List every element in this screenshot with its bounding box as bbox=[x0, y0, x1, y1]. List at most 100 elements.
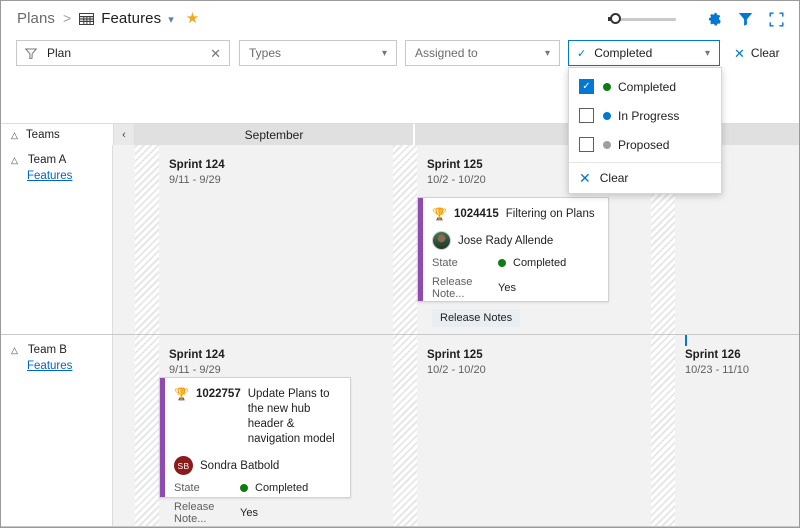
dropdown-clear-label: Clear bbox=[599, 171, 629, 185]
team-name-label: Team A bbox=[27, 154, 67, 166]
breadcrumb-root-link[interactable]: Plans bbox=[17, 10, 55, 27]
month-label: September bbox=[244, 128, 304, 142]
dropdown-option-label: Proposed bbox=[618, 137, 670, 152]
status-dot bbox=[603, 140, 611, 149]
dropdown-option-proposed[interactable]: Proposed bbox=[569, 130, 721, 159]
card-body: 🏆 1022757 Update Plans to the new hub he… bbox=[165, 378, 350, 525]
sprint-dates: 9/11 - 9/29 bbox=[169, 174, 221, 186]
trophy-icon: 🏆 bbox=[174, 387, 189, 401]
sprint-name: Sprint 126 bbox=[685, 349, 741, 361]
state-value: Completed bbox=[594, 46, 653, 60]
assigned-to-dropdown[interactable]: Assigned to ▾ bbox=[405, 40, 560, 66]
lane-gutter bbox=[113, 335, 135, 526]
clear-filters-button[interactable]: ✕ Clear bbox=[734, 40, 780, 66]
gear-icon[interactable] bbox=[703, 9, 725, 29]
team-lane-b: Sprint 124 9/11 - 9/29 Sprint 125 10/2 -… bbox=[113, 335, 799, 526]
checkbox-checked-icon[interactable]: ✓ bbox=[579, 79, 594, 94]
slider-track bbox=[614, 18, 676, 21]
types-dropdown[interactable]: Types ▾ bbox=[239, 40, 397, 66]
sprint-column: Sprint 125 10/2 - 10/20 bbox=[417, 335, 651, 526]
card-field: State Completed bbox=[432, 257, 598, 269]
card-title-row: 🏆 1022757 Update Plans to the new hub he… bbox=[174, 387, 340, 447]
slider-knob[interactable] bbox=[610, 13, 621, 24]
work-item-card[interactable]: 🏆 1022757 Update Plans to the new hub he… bbox=[159, 377, 351, 525]
sprint-dates: 10/23 - 11/10 bbox=[685, 364, 750, 376]
lane-gutter bbox=[113, 145, 135, 334]
month-header-september: September bbox=[135, 124, 415, 146]
breadcrumb-current[interactable]: Features bbox=[101, 10, 161, 27]
checkbox-icon[interactable] bbox=[579, 108, 594, 123]
card-title: Filtering on Plans bbox=[505, 208, 595, 220]
close-icon[interactable]: ✕ bbox=[210, 47, 221, 60]
sprint-dates: 10/2 - 10/20 bbox=[427, 364, 486, 376]
state-dropdown[interactable]: ✓ Completed ▾ bbox=[568, 40, 720, 66]
assignee: SB Sondra Batbold bbox=[174, 456, 340, 475]
search-input[interactable]: Plan ✕ bbox=[16, 40, 230, 66]
sprint-column: Sprint 126 10/23 - 11/10 bbox=[675, 335, 799, 526]
card-tags: Release Notes bbox=[432, 309, 598, 327]
grid-icon bbox=[79, 13, 95, 25]
status-dot bbox=[603, 111, 611, 120]
team-name-label: Team B bbox=[27, 344, 67, 356]
status-dot bbox=[498, 259, 506, 267]
chevron-down-icon: ▾ bbox=[544, 47, 550, 59]
card-field: Release Note... Yes bbox=[174, 501, 340, 525]
field-value: Completed bbox=[498, 257, 566, 269]
assignee-name: Jose Rady Allende bbox=[458, 234, 554, 247]
filter-bar: Plan ✕ Types ▾ Assigned to ▾ ✓ Completed… bbox=[1, 35, 799, 71]
funnel-icon bbox=[25, 48, 37, 59]
dropdown-option-label: Completed bbox=[618, 79, 677, 94]
field-value-text: Yes bbox=[498, 282, 516, 294]
today-marker bbox=[685, 335, 687, 346]
collapse-panel-button[interactable]: ‹ bbox=[113, 124, 135, 146]
trophy-icon: 🏆 bbox=[432, 207, 447, 221]
timeline-grid: △ Team A Features Sprint 124 9/11 - 9/29… bbox=[1, 145, 799, 527]
assignee-name: Sondra Batbold bbox=[200, 459, 280, 472]
chevron-up-icon[interactable]: △ bbox=[11, 155, 18, 165]
search-value: Plan bbox=[47, 46, 72, 60]
check-icon: ✓ bbox=[577, 47, 587, 60]
hatch-band bbox=[393, 145, 417, 334]
close-icon: ✕ bbox=[579, 170, 591, 186]
field-value-text: Completed bbox=[255, 482, 309, 494]
status-dot bbox=[240, 484, 248, 492]
teams-header[interactable]: △ Teams bbox=[1, 124, 113, 146]
team-label-a: △ Team A Features bbox=[1, 145, 113, 334]
team-backlog-link[interactable]: Features bbox=[11, 170, 112, 182]
dropdown-option-in-progress[interactable]: In Progress bbox=[569, 101, 721, 130]
chevron-down-icon[interactable]: ▾ bbox=[168, 13, 174, 26]
filter-icon[interactable] bbox=[734, 9, 756, 29]
hatch-band bbox=[651, 335, 675, 526]
dropdown-option-completed[interactable]: ✓ Completed bbox=[569, 72, 721, 101]
fullscreen-icon[interactable] bbox=[765, 9, 787, 29]
zoom-slider[interactable] bbox=[608, 12, 676, 26]
chevron-down-icon: ▾ bbox=[704, 47, 710, 59]
field-label: State bbox=[174, 482, 200, 494]
field-value: Completed bbox=[240, 482, 308, 494]
sprint-name: Sprint 124 bbox=[169, 159, 225, 171]
work-item-card[interactable]: 🏆 1024415 Filtering on Plans Jose Rady A… bbox=[417, 197, 609, 327]
tag[interactable]: Release Notes bbox=[432, 309, 521, 327]
team-backlog-link[interactable]: Features bbox=[11, 360, 112, 372]
sprint-name: Sprint 125 bbox=[427, 349, 483, 361]
sprint-column: Sprint 124 9/11 - 9/29 bbox=[159, 145, 393, 334]
card-field: Release Note... Yes bbox=[432, 276, 598, 300]
card-field: State Completed bbox=[174, 482, 340, 494]
field-label: Release Note... bbox=[432, 276, 473, 300]
avatar bbox=[432, 231, 451, 250]
field-label: Release Note... bbox=[174, 501, 215, 525]
sprint-dates: 9/11 - 9/29 bbox=[169, 364, 221, 376]
chevron-up-icon[interactable]: △ bbox=[11, 345, 18, 355]
team-name[interactable]: △ Team A bbox=[11, 154, 112, 166]
assigned-to-label: Assigned to bbox=[415, 46, 478, 60]
toolbar bbox=[608, 9, 787, 29]
star-icon[interactable]: ★ bbox=[186, 11, 199, 26]
hatch-band bbox=[135, 145, 159, 334]
dropdown-clear-button[interactable]: ✕ Clear bbox=[569, 163, 721, 193]
breadcrumb-separator: > bbox=[63, 10, 72, 26]
checkbox-icon[interactable] bbox=[579, 137, 594, 152]
team-name[interactable]: △ Team B bbox=[11, 344, 112, 356]
types-label: Types bbox=[249, 46, 282, 60]
state-filter-dropdown: ✓ Completed In Progress Proposed ✕ Clear bbox=[568, 67, 722, 194]
dropdown-option-label: In Progress bbox=[618, 108, 680, 123]
